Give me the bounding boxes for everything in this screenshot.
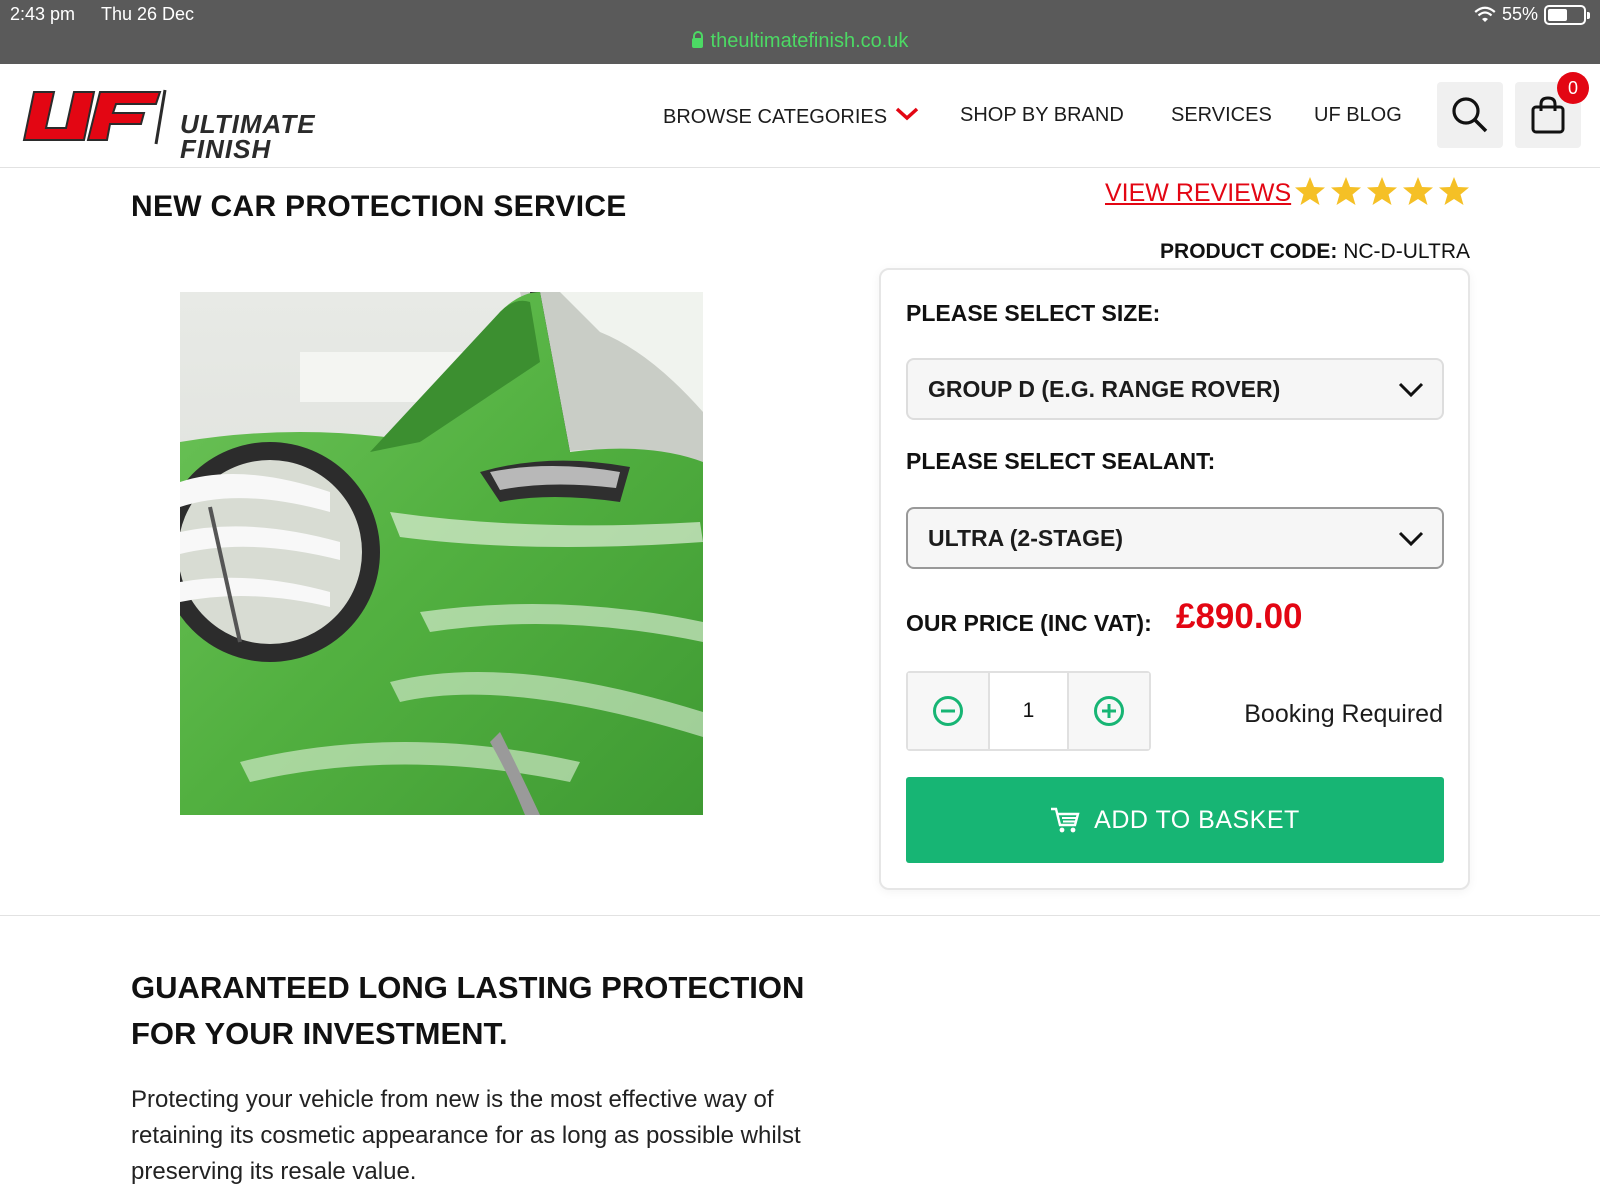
status-bar: 2:43 pm Thu 26 Dec 55% theultimatefinish… bbox=[0, 0, 1600, 64]
size-select[interactable]: GROUP D (E.G. RANGE ROVER) bbox=[906, 358, 1444, 420]
size-label: PLEASE SELECT SIZE: bbox=[906, 300, 1161, 326]
plus-circle-icon bbox=[1094, 696, 1124, 726]
cart-icon bbox=[1051, 807, 1080, 833]
nav-services[interactable]: SERVICES bbox=[1171, 104, 1272, 127]
price-label: OUR PRICE (INC VAT): bbox=[906, 610, 1152, 636]
size-selected-value: GROUP D (E.G. RANGE ROVER) bbox=[928, 376, 1281, 402]
search-button[interactable] bbox=[1437, 82, 1503, 148]
status-time: 2:43 pm bbox=[10, 4, 76, 24]
sealant-selected-value: ULTRA (2-STAGE) bbox=[928, 525, 1124, 551]
section-divider bbox=[0, 915, 1600, 916]
nav-browse-categories[interactable]: BROWSE CATEGORIES bbox=[663, 104, 919, 129]
star-icon bbox=[1295, 177, 1325, 205]
sealant-select[interactable]: ULTRA (2-STAGE) bbox=[906, 507, 1444, 569]
site-logo[interactable]: ULTIMATE FINISH bbox=[20, 86, 320, 162]
wifi-icon bbox=[1474, 6, 1496, 22]
price-value: £890.00 bbox=[1176, 597, 1303, 636]
star-icon bbox=[1403, 177, 1433, 205]
lock-icon bbox=[691, 31, 703, 48]
view-reviews-link[interactable]: VIEW REVIEWS bbox=[1105, 179, 1291, 208]
increase-quantity-button[interactable] bbox=[1069, 673, 1149, 749]
address-bar[interactable]: theultimatefinish.co.uk bbox=[0, 30, 1600, 53]
star-icon bbox=[1331, 177, 1361, 205]
uf-logo-mark bbox=[22, 89, 167, 145]
shopping-bag-icon bbox=[1531, 96, 1565, 134]
product-code-label: PRODUCT CODE: bbox=[1160, 240, 1338, 263]
product-code-value: NC-D-ULTRA bbox=[1343, 240, 1470, 263]
chevron-down-icon bbox=[895, 104, 919, 127]
add-to-basket-label: ADD TO BASKET bbox=[1094, 805, 1300, 834]
star-icon bbox=[1367, 177, 1397, 205]
product-image[interactable] bbox=[180, 292, 703, 815]
product-options-card: PLEASE SELECT SIZE: GROUP D (E.G. RANGE … bbox=[879, 268, 1470, 890]
product-code: PRODUCT CODE: NC-D-ULTRA bbox=[1160, 240, 1470, 264]
logo-wordmark: ULTIMATE FINISH bbox=[180, 109, 316, 164]
nav-browse-label: BROWSE CATEGORIES bbox=[663, 106, 888, 128]
battery-icon bbox=[1544, 4, 1590, 25]
quantity-stepper: 1 bbox=[906, 671, 1151, 751]
quantity-input[interactable]: 1 bbox=[988, 673, 1069, 749]
cart-count-badge: 0 bbox=[1557, 72, 1589, 104]
chevron-down-icon bbox=[1398, 531, 1424, 547]
green-car-photo bbox=[180, 292, 703, 815]
status-indicators: 55% bbox=[1474, 4, 1590, 25]
booking-required-text: Booking Required bbox=[1244, 700, 1443, 728]
status-date: Thu 26 Dec bbox=[101, 4, 195, 24]
decrease-quantity-button[interactable] bbox=[908, 673, 988, 749]
star-icon bbox=[1439, 177, 1469, 205]
site-header: ULTIMATE FINISH BROWSE CATEGORIES SHOP B… bbox=[0, 64, 1600, 168]
sealant-label: PLEASE SELECT SEALANT: bbox=[906, 448, 1216, 474]
section-heading: GUARANTEED LONG LASTING PROTECTION FOR Y… bbox=[131, 970, 805, 1051]
minus-circle-icon bbox=[933, 696, 963, 726]
search-icon bbox=[1452, 97, 1488, 133]
nav-shop-by-brand[interactable]: SHOP BY BRAND bbox=[960, 104, 1124, 127]
chevron-down-icon bbox=[1398, 382, 1424, 398]
product-title: NEW CAR PROTECTION SERVICE bbox=[131, 190, 627, 223]
url-text: theultimatefinish.co.uk bbox=[710, 30, 909, 52]
section-body-text: Protecting your vehicle from new is the … bbox=[131, 1086, 801, 1185]
rating-stars bbox=[1294, 176, 1470, 206]
basket-button[interactable]: 0 bbox=[1515, 72, 1589, 148]
nav-uf-blog[interactable]: UF BLOG bbox=[1314, 104, 1402, 127]
add-to-basket-button[interactable]: ADD TO BASKET bbox=[906, 777, 1444, 863]
battery-percent: 55% bbox=[1501, 4, 1538, 24]
